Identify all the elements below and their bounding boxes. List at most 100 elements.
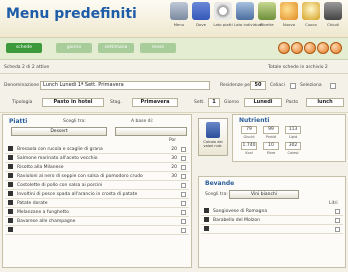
- tab-settimana[interactable]: settimana: [98, 43, 134, 53]
- toolbar-cuoco-button[interactable]: Cuoco: [300, 2, 322, 38]
- denominazione-label: Denominazione: [4, 83, 40, 88]
- calc-nutrients-button[interactable]: Calcolo dei valori nutr.: [198, 118, 228, 156]
- seleziona-label: Seleziona: [300, 83, 322, 88]
- dish-marker-icon: [8, 146, 13, 151]
- toolbar-chiudi-button[interactable]: Chiudi: [322, 2, 344, 38]
- row-checkbox[interactable]: [335, 218, 340, 223]
- nutrienti-title: Nutrienti: [239, 117, 270, 124]
- piatti-row[interactable]: [5, 226, 189, 235]
- bevande-list: Sangiovese di Romagna Barabello del Molz…: [201, 207, 343, 234]
- piatti-row[interactable]: Bavarese alle champagne: [5, 217, 189, 226]
- drink-marker-icon: [204, 217, 209, 222]
- row-checkbox[interactable]: [181, 201, 186, 206]
- tipologia-field[interactable]: Pasto in hotel: [42, 98, 104, 107]
- fibre-value: 10: [263, 142, 279, 150]
- stagione-label: Stag.: [110, 100, 122, 105]
- piatti-row[interactable]: Costolette di pollo con salsa ai porcini: [5, 181, 189, 190]
- toolbar-ricette-button[interactable]: Ricette: [256, 2, 278, 38]
- bevande-row[interactable]: Barabello del Molzon: [201, 216, 343, 225]
- toolbar-lato-individuali-button[interactable]: Lato individuali: [234, 2, 263, 38]
- row-checkbox[interactable]: [335, 227, 340, 232]
- piatti-row[interactable]: Involtini di pesce spada all'arancio in …: [5, 190, 189, 199]
- bevande-row[interactable]: [201, 225, 343, 234]
- dish-marker-icon: [8, 218, 13, 223]
- dish-marker-icon: [8, 182, 13, 187]
- next-record-icon[interactable]: [304, 42, 316, 54]
- header-bar: Menu predefiniti Menu Dove Lato piatti L…: [0, 0, 348, 38]
- piatti-abase-label: A base di:: [131, 119, 154, 124]
- tab-schede[interactable]: schede: [6, 43, 42, 53]
- drink-marker-icon: [204, 226, 209, 231]
- piatti-row[interactable]: Melanzane a funghetto: [5, 208, 189, 217]
- bevande-row[interactable]: Sangiovese di Romagna: [201, 207, 343, 216]
- recipe-icon: [258, 2, 276, 20]
- last-record-icon[interactable]: [317, 42, 329, 54]
- toolbar-menu-button[interactable]: Menu: [168, 2, 190, 38]
- bevande-filter-button[interactable]: Vini bianchi: [229, 190, 299, 199]
- piatti-list: Bresaola con rucola e scaglie di grana 20…: [5, 145, 189, 235]
- dish-marker-icon: [8, 200, 13, 205]
- giorno-field[interactable]: Lunedi: [244, 98, 282, 107]
- nutrienti-panel: Nutrienti 79 99 113 Glucid Protid Lipid …: [232, 114, 346, 162]
- denominazione-field[interactable]: Lunch Lunedi 1ª Sett. Primavera: [40, 81, 210, 90]
- bevande-panel: Bevande Scegli tra: Vini bianchi Litri S…: [198, 176, 346, 268]
- celiaci-label: Celiaci: [270, 83, 285, 88]
- close-door-icon: [324, 2, 342, 20]
- bevande-qty-header: Litri: [329, 201, 338, 206]
- toolbar-lato-piatti-button[interactable]: Lato piatti: [212, 2, 234, 38]
- row-checkbox[interactable]: [181, 228, 186, 233]
- piatti-row[interactable]: Bresaola con rucola e scaglie di grana 20: [5, 145, 189, 154]
- settimana-label: Sett.: [194, 100, 205, 105]
- add-record-icon[interactable]: [330, 42, 342, 54]
- piatti-row[interactable]: Salmone marinato all'aceto vecchio 30: [5, 154, 189, 163]
- grid-icon: [192, 2, 210, 20]
- drink-marker-icon: [204, 208, 209, 213]
- toolbar-nuovo-button[interactable]: Nuovo: [278, 2, 300, 38]
- piatti-filter-button[interactable]: Dessert: [11, 127, 107, 136]
- first-record-icon[interactable]: [278, 42, 290, 54]
- bevande-scegli-label: Scegli tra:: [205, 192, 228, 197]
- stagione-field[interactable]: Primavera: [132, 98, 178, 107]
- row-checkbox[interactable]: [181, 156, 186, 161]
- piatti-row[interactable]: Risotto alla Milanese 20: [5, 163, 189, 172]
- row-checkbox[interactable]: [181, 210, 186, 215]
- row-checkbox[interactable]: [181, 192, 186, 197]
- dish-marker-icon: [8, 173, 13, 178]
- toolbar-dove-button[interactable]: Dove: [190, 2, 212, 38]
- record-counter: Scheda 2 di 2 attive: [4, 65, 50, 70]
- dish-marker-icon: [8, 227, 13, 232]
- row-checkbox[interactable]: [181, 219, 186, 224]
- new-icon: [280, 2, 298, 20]
- residenze-field[interactable]: 50: [250, 81, 266, 90]
- menu-form: Denominazione Lunch Lunedi 1ª Sett. Prim…: [0, 73, 348, 113]
- pasto-label: Pasto: [286, 100, 299, 105]
- archive-total: Totale schede in archivio 2: [268, 65, 328, 70]
- piatti-row[interactable]: Patate dorate: [5, 199, 189, 208]
- previous-record-icon[interactable]: [291, 42, 303, 54]
- residenze-label: Residenze per: [220, 83, 252, 88]
- record-info-row: Scheda 2 di 2 attive Totale schede in ar…: [0, 63, 348, 73]
- list-icon: [236, 2, 254, 20]
- giorno-label: Giorno: [224, 100, 239, 105]
- piatti-abase-button[interactable]: [115, 127, 187, 136]
- lipidi-value: 113: [285, 126, 301, 134]
- row-checkbox[interactable]: [335, 209, 340, 214]
- app-title: Menu predefiniti: [6, 6, 137, 22]
- row-checkbox[interactable]: [181, 147, 186, 152]
- settimana-field[interactable]: 1: [208, 98, 220, 107]
- piatti-row[interactable]: Ravioloni al nero di seppie con salsa di…: [5, 172, 189, 181]
- tab-giorno[interactable]: giorno: [56, 43, 92, 53]
- seleziona-checkbox[interactable]: [330, 83, 336, 89]
- tipologia-label: Tipologia: [12, 100, 33, 105]
- row-checkbox[interactable]: [181, 183, 186, 188]
- pasto-field[interactable]: lunch: [306, 98, 344, 107]
- plate-icon: [214, 2, 232, 20]
- protidi-value: 99: [263, 126, 279, 134]
- tab-mese[interactable]: mese: [140, 43, 176, 53]
- menu-icon: [170, 2, 188, 20]
- row-checkbox[interactable]: [181, 165, 186, 170]
- piatti-title: Piatti: [9, 118, 28, 125]
- row-checkbox[interactable]: [181, 174, 186, 179]
- celiaci-checkbox[interactable]: [290, 83, 296, 89]
- dish-marker-icon: [8, 209, 13, 214]
